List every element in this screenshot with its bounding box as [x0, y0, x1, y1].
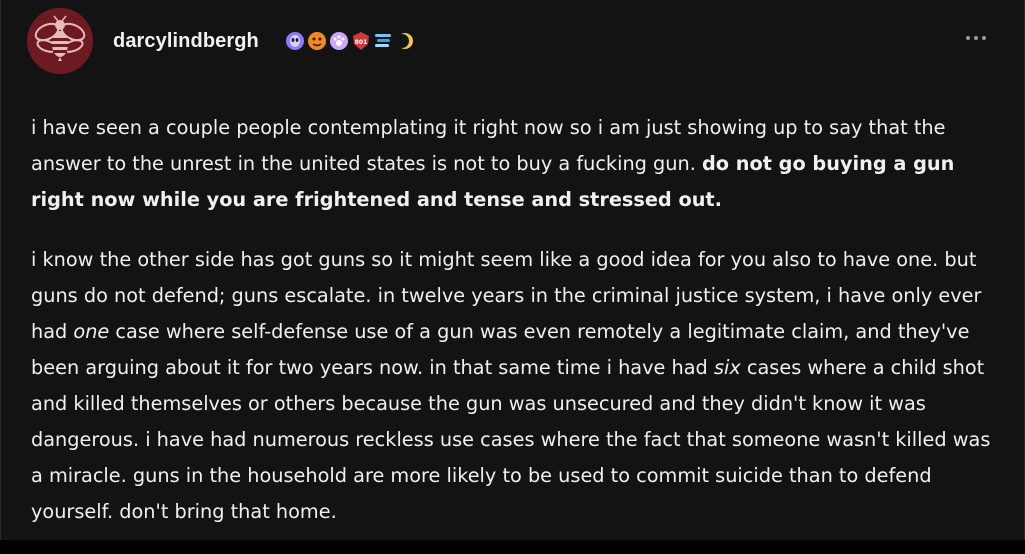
svg-text:801: 801: [355, 39, 368, 46]
badge-list: 801: [285, 30, 415, 52]
moon-badge-icon[interactable]: [395, 31, 415, 51]
paragraph-text: cases where a child shot and killed them…: [31, 356, 991, 523]
alien-badge-icon[interactable]: [285, 31, 305, 51]
post-body: i have seen a couple people contemplatin…: [31, 110, 1006, 554]
italic-emphasis: six: [713, 356, 741, 379]
post-paragraph: i know the other side has got guns so it…: [31, 242, 1006, 530]
shield-badge-icon[interactable]: 801: [351, 31, 371, 51]
bee-icon: [27, 8, 93, 74]
author-name[interactable]: darcylindbergh: [113, 30, 259, 53]
post-header: darcylindbergh 801: [27, 8, 998, 76]
paw-badge-icon[interactable]: [329, 31, 349, 51]
pumpkin-badge-icon[interactable]: [307, 31, 327, 51]
post-paragraph: i have seen a couple people contemplatin…: [31, 110, 1006, 218]
avatar[interactable]: [27, 8, 93, 74]
italic-emphasis: one: [73, 320, 110, 343]
wave-badge-icon[interactable]: [373, 31, 393, 51]
more-options-icon[interactable]: [962, 32, 990, 44]
post-card: darcylindbergh 801 i have seen a couple …: [0, 0, 1025, 540]
